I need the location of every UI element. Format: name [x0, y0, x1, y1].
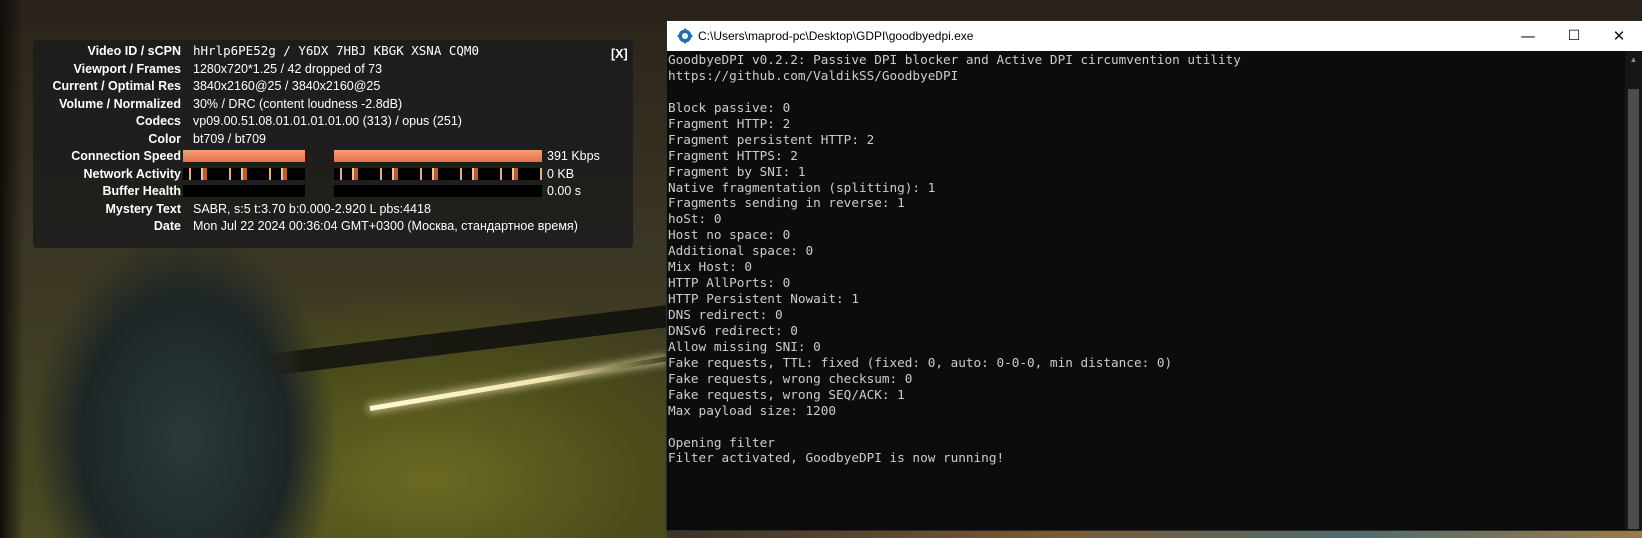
stat-row-color: Color bt709 / bt709 — [33, 130, 633, 148]
close-button[interactable]: ✕ — [1596, 21, 1642, 51]
console-line: Fake requests, wrong SEQ/ACK: 1 — [668, 386, 905, 402]
console-line: Opening filter — [668, 434, 775, 450]
video-left-edge — [0, 0, 24, 538]
video-bottom-strip — [667, 530, 1642, 538]
console-line: DNSv6 redirect: 0 — [668, 322, 798, 338]
console-line: https://github.com/ValdikSS/GoodbyeDPI — [668, 67, 959, 83]
stat-row-buffer-health: Buffer Health 0.00 s — [33, 182, 633, 200]
console-line: hoSt: 0 — [668, 211, 722, 227]
console-line: HTTP Persistent Nowait: 1 — [668, 291, 859, 307]
buffer-health-bar-current — [334, 185, 542, 197]
stat-row-resolution: Current / Optimal Res 3840x2160@25 / 384… — [33, 77, 633, 95]
maximize-button[interactable]: ☐ — [1551, 21, 1597, 51]
stat-row-video-id: Video ID / sCPN hHrlp6PE52g / Y6DX 7HBJ … — [33, 42, 633, 60]
stat-label: Date — [153, 219, 181, 233]
console-line: Fragments sending in reverse: 1 — [668, 195, 905, 211]
console-line: Fragment HTTP: 2 — [668, 115, 791, 131]
connection-speed-bar-current — [334, 150, 542, 162]
console-window[interactable]: C:\Users\maprod-pc\Desktop\GDPI\goodbyed… — [667, 21, 1642, 530]
console-line: DNS redirect: 0 — [668, 307, 783, 322]
stat-value: 3840x2160@25 / 3840x2160@25 — [193, 79, 381, 93]
window-titlebar[interactable]: C:\Users\maprod-pc\Desktop\GDPI\goodbyed… — [667, 21, 1642, 51]
stat-label: Network Activity — [83, 166, 181, 181]
console-app-icon — [677, 28, 693, 44]
buffer-health-bar-history — [183, 185, 305, 197]
stat-label: Buffer Health — [102, 184, 181, 198]
console-line: Fragment by SNI: 1 — [668, 163, 806, 179]
stat-value: bt709 / bt709 — [193, 131, 266, 146]
connection-speed-bar-history — [183, 150, 305, 162]
window-title: C:\Users\maprod-pc\Desktop\GDPI\goodbyed… — [698, 29, 974, 43]
stat-row-viewport: Viewport / Frames 1280x720*1.25 / 42 dro… — [33, 60, 633, 78]
stat-label: Video ID / sCPN — [87, 44, 181, 58]
stats-for-nerds-panel: [X] Video ID / sCPN hHrlp6PE52g / Y6DX 7… — [33, 40, 633, 248]
stat-label: Codecs — [135, 114, 181, 128]
stat-label: Color — [148, 131, 181, 146]
stat-value: vp09.00.51.08.01.01.01.01.00 (313) / opu… — [193, 114, 462, 128]
stat-row-codecs: Codecs vp09.00.51.08.01.01.01.01.00 (313… — [33, 112, 633, 130]
console-line: Fragment HTTPS: 2 — [668, 147, 798, 163]
stat-row-volume: Volume / Normalized 30% / DRC (content l… — [33, 95, 633, 113]
console-line: Fake requests, TTL: fixed (fixed: 0, aut… — [668, 354, 1173, 370]
stat-row-mystery-text: Mystery Text SABR, s:5 t:3.70 b:0.000-2.… — [33, 200, 633, 218]
video-light-beam — [369, 356, 667, 411]
network-activity-bar-history — [183, 167, 305, 180]
network-activity-bar-current — [334, 167, 542, 180]
console-scrollbar[interactable]: ▲ — [1625, 51, 1642, 530]
console-line: Max payload size: 1200 — [668, 402, 837, 418]
stat-value: hHrlp6PE52g / Y6DX 7HBJ KBGK XSNA CQM0 — [193, 43, 479, 58]
stat-value: Mon Jul 22 2024 00:36:04 GMT+0300 (Москв… — [193, 219, 578, 233]
network-activity-value: 0 KB — [547, 166, 575, 181]
buffer-health-value: 0.00 s — [547, 184, 582, 198]
scrollbar-thumb[interactable] — [1628, 89, 1639, 529]
console-line: Mix Host: 0 — [668, 259, 753, 275]
stat-label: Viewport / Frames — [73, 61, 181, 76]
console-line: Fake requests, wrong checksum: 0 — [668, 370, 913, 386]
console-line: HTTP AllPorts: 0 — [668, 275, 791, 291]
stat-value: SABR, s:5 t:3.70 b:0.000-2.920 L pbs:441… — [193, 201, 431, 216]
stat-label: Connection Speed — [71, 149, 181, 163]
connection-speed-value: 391 Kbps — [547, 149, 600, 163]
console-line: Native fragmentation (splitting): 1 — [668, 179, 936, 195]
stat-label: Mystery Text — [105, 201, 182, 216]
console-line: Filter activated, GoodbyeDPI is now runn… — [668, 450, 1005, 466]
stat-label: Current / Optimal Res — [52, 79, 182, 93]
minimize-button[interactable]: — — [1505, 21, 1551, 51]
console-line: Allow missing SNI: 0 — [668, 338, 821, 354]
stat-row-network-activity: Network Activity 0 KB — [33, 165, 633, 183]
console-line: Additional space: 0 — [668, 243, 814, 259]
console-line: Block passive: 0 — [668, 99, 791, 115]
stat-row-connection-speed: Connection Speed 391 Kbps — [33, 147, 633, 165]
stat-label: Volume / Normalized — [58, 96, 181, 111]
console-output[interactable]: GoodbyeDPI v0.2.2: Passive DPI blocker a… — [668, 51, 1623, 531]
console-line: Host no space: 0 — [668, 227, 791, 243]
stat-value: 1280x720*1.25 / 42 dropped of 73 — [193, 61, 383, 76]
console-line: Fragment persistent HTTP: 2 — [668, 131, 875, 147]
console-line: GoodbyeDPI v0.2.2: Passive DPI blocker a… — [668, 52, 1241, 67]
scroll-up-arrow-icon[interactable]: ▲ — [1625, 51, 1642, 68]
stat-row-date: Date Mon Jul 22 2024 00:36:04 GMT+0300 (… — [33, 217, 633, 235]
stat-value: 30% / DRC (content loudness -2.8dB) — [193, 96, 403, 111]
